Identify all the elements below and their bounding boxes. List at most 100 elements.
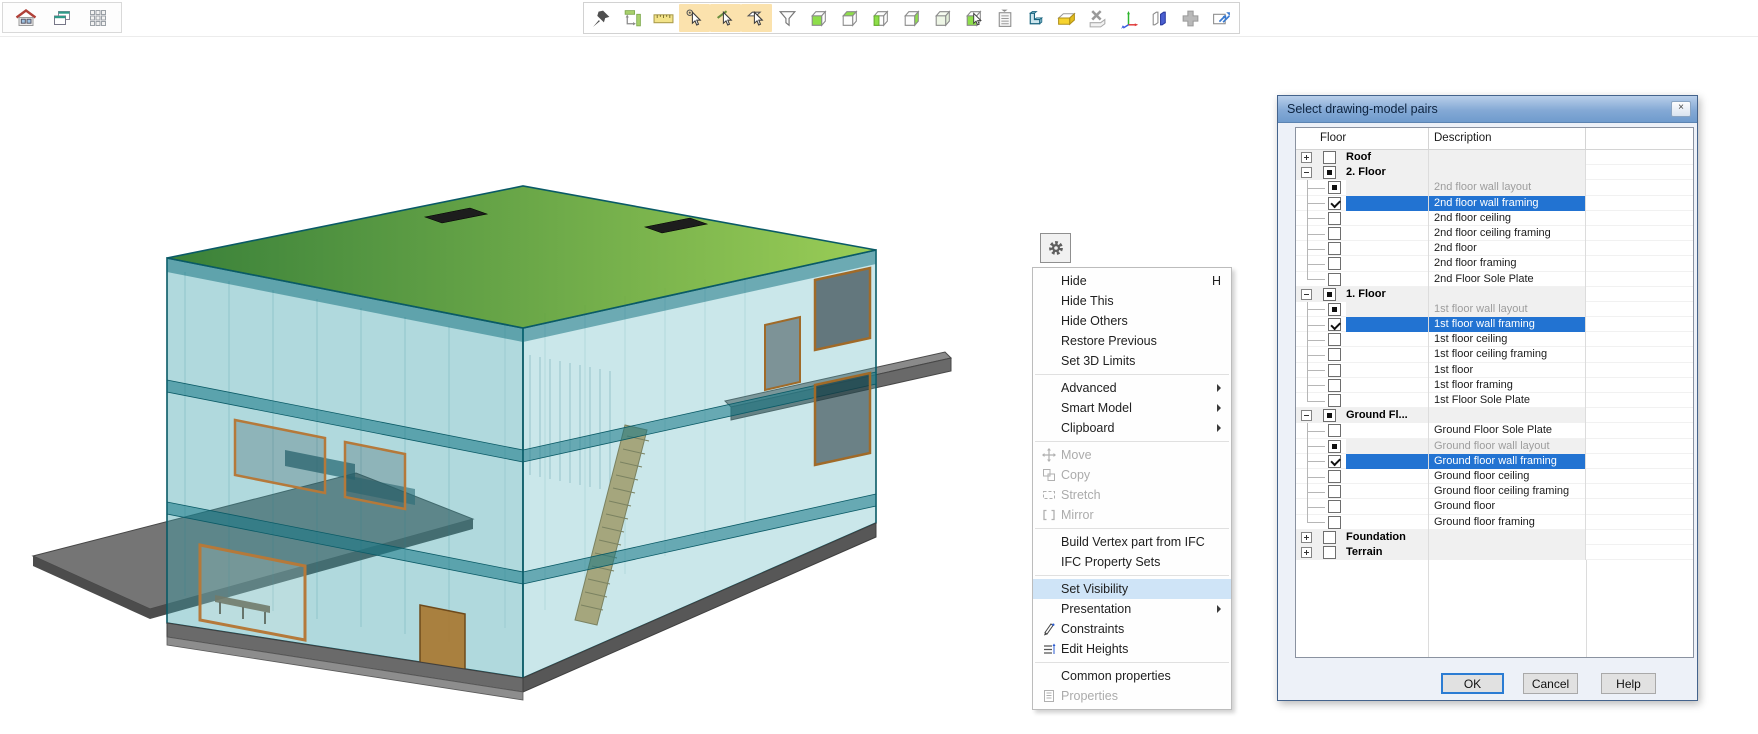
collapse-button[interactable]	[1301, 167, 1312, 178]
row-checkbox-unchecked[interactable]	[1328, 485, 1341, 498]
row-checkbox-partial[interactable]	[1323, 288, 1336, 301]
part-list-button[interactable]	[989, 4, 1020, 32]
tree-row-ground-floor-ceiling-framing[interactable]: Ground floor ceiling framing	[1296, 484, 1693, 499]
select-point-button[interactable]	[679, 4, 710, 32]
ok-button[interactable]: OK	[1441, 673, 1504, 694]
tree-row-ground-floor-wall-layout[interactable]: Ground floor wall layout	[1296, 439, 1693, 454]
tree-row-ground-floor[interactable]: Ground floor	[1296, 499, 1693, 514]
row-checkbox-unchecked[interactable]	[1328, 394, 1341, 407]
tree-row-terrain[interactable]: Terrain	[1296, 545, 1693, 560]
add-button[interactable]	[1175, 4, 1206, 32]
dimension-button[interactable]	[617, 4, 648, 32]
row-checkbox-unchecked[interactable]	[1328, 379, 1341, 392]
ifc-property-sets-menu-item[interactable]: IFC Property Sets	[1033, 552, 1231, 572]
ruler-button[interactable]	[648, 4, 679, 32]
row-checkbox-unchecked[interactable]	[1323, 531, 1336, 544]
constraints-menu-item[interactable]: Constraints	[1033, 619, 1231, 639]
cube-solid-button[interactable]	[927, 4, 958, 32]
clipboard-menu-item[interactable]: Clipboard	[1033, 418, 1231, 438]
tree-row-ground-floor-sole-plate[interactable]: Ground Floor Sole Plate	[1296, 423, 1693, 438]
select-edge-button[interactable]	[710, 4, 741, 32]
filter-button[interactable]	[772, 4, 803, 32]
build-vertex-part-from-ifc-menu-item[interactable]: Build Vertex part from IFC	[1033, 532, 1231, 552]
tree-row-2nd-floor[interactable]: 2nd floor	[1296, 241, 1693, 256]
pin-button[interactable]	[586, 4, 617, 32]
row-checkbox-unchecked[interactable]	[1328, 212, 1341, 225]
row-checkbox-unchecked[interactable]	[1323, 546, 1336, 559]
row-checkbox-partial[interactable]	[1323, 166, 1336, 179]
tree-row-roof[interactable]: Roof	[1296, 150, 1693, 165]
close-button[interactable]: ×	[1671, 101, 1691, 117]
tree-row-1st-floor-framing[interactable]: 1st floor framing	[1296, 378, 1693, 393]
tree-row-2nd-floor-ceiling-framing[interactable]: 2nd floor ceiling framing	[1296, 226, 1693, 241]
model-3d-viewport[interactable]	[25, 175, 965, 705]
steel-part-button[interactable]	[1020, 4, 1051, 32]
material-bin-button[interactable]	[1051, 4, 1082, 32]
row-checkbox-unchecked[interactable]	[1328, 348, 1341, 361]
row-checkbox-unchecked[interactable]	[1328, 273, 1341, 286]
tree-row-2nd-floor-wall-layout[interactable]: 2nd floor wall layout	[1296, 180, 1693, 195]
restore-previous-menu-item[interactable]: Restore Previous	[1033, 331, 1231, 351]
row-checkbox-unchecked[interactable]	[1323, 151, 1336, 164]
tree-row-1st-floor-ceiling[interactable]: 1st floor ceiling	[1296, 332, 1693, 347]
cube-top-button[interactable]	[834, 4, 865, 32]
cube-front-button[interactable]	[803, 4, 834, 32]
tree-row-1st-floor-wall-layout[interactable]: 1st floor wall layout	[1296, 302, 1693, 317]
set-3d-limits-menu-item[interactable]: Set 3D Limits	[1033, 351, 1231, 371]
tree-row-1st-floor-wall-framing[interactable]: 1st floor wall framing	[1296, 317, 1693, 332]
tree-row-2nd-floor-sole-plate[interactable]: 2nd Floor Sole Plate	[1296, 272, 1693, 287]
tree-row-ground-floor-wall-framing[interactable]: Ground floor wall framing	[1296, 454, 1693, 469]
row-checkbox-unchecked[interactable]	[1328, 242, 1341, 255]
row-checkbox-unchecked[interactable]	[1328, 500, 1341, 513]
expand-button[interactable]	[1301, 547, 1312, 558]
edit-heights-menu-item[interactable]: Edit Heights	[1033, 639, 1231, 659]
tree-row-ground-fl[interactable]: Ground Fl...	[1296, 408, 1693, 423]
cube-pick-button[interactable]	[958, 4, 989, 32]
tree-row-1-floor[interactable]: 1. Floor	[1296, 287, 1693, 302]
common-properties-menu-item[interactable]: Common properties	[1033, 666, 1231, 686]
hide-this-menu-item[interactable]: Hide This	[1033, 291, 1231, 311]
expand-button[interactable]	[1301, 152, 1312, 163]
tree-row-2-floor[interactable]: 2. Floor	[1296, 165, 1693, 180]
row-checkbox-partial[interactable]	[1323, 409, 1336, 422]
row-checkbox-unchecked[interactable]	[1328, 424, 1341, 437]
hide-others-menu-item[interactable]: Hide Others	[1033, 311, 1231, 331]
tree-row-ground-floor-framing[interactable]: Ground floor framing	[1296, 515, 1693, 530]
cancel-button[interactable]: Cancel	[1523, 673, 1578, 694]
tree-row-1st-floor-ceiling-framing[interactable]: 1st floor ceiling framing	[1296, 347, 1693, 362]
export-button[interactable]	[1206, 4, 1237, 32]
tree-row-2nd-floor-wall-framing[interactable]: 2nd floor wall framing	[1296, 196, 1693, 211]
tree-row-ground-floor-ceiling[interactable]: Ground floor ceiling	[1296, 469, 1693, 484]
row-checkbox-unchecked[interactable]	[1328, 333, 1341, 346]
row-checkbox-unchecked[interactable]	[1328, 257, 1341, 270]
row-checkbox-checked[interactable]	[1328, 318, 1341, 331]
tree-row-2nd-floor-ceiling[interactable]: 2nd floor ceiling	[1296, 211, 1693, 226]
tree-row-foundation[interactable]: Foundation	[1296, 530, 1693, 545]
row-checkbox-unchecked[interactable]	[1328, 470, 1341, 483]
tree-row-1st-floor[interactable]: 1st floor	[1296, 363, 1693, 378]
row-checkbox-unchecked[interactable]	[1328, 516, 1341, 529]
row-checkbox-checked[interactable]	[1328, 197, 1341, 210]
row-checkbox-checked[interactable]	[1328, 455, 1341, 468]
cube-right-button[interactable]	[896, 4, 927, 32]
collapse-button[interactable]	[1301, 410, 1312, 421]
expand-button[interactable]	[1301, 532, 1312, 543]
help-button[interactable]: Help	[1601, 673, 1656, 694]
tree-row-1st-floor-sole-plate[interactable]: 1st Floor Sole Plate	[1296, 393, 1693, 408]
set-visibility-menu-item[interactable]: Set Visibility	[1033, 579, 1231, 599]
delete-part-button[interactable]	[1082, 4, 1113, 32]
select-face-button[interactable]	[741, 4, 772, 32]
tree-row-2nd-floor-framing[interactable]: 2nd floor framing	[1296, 256, 1693, 271]
hide-menu-item[interactable]: HideH	[1033, 271, 1231, 291]
cube-left-button[interactable]	[865, 4, 896, 32]
panel-pair-button[interactable]	[1144, 4, 1175, 32]
row-checkbox-partial[interactable]	[1328, 181, 1341, 194]
collapse-button[interactable]	[1301, 289, 1312, 300]
presentation-menu-item[interactable]: Presentation	[1033, 599, 1231, 619]
home-button[interactable]	[13, 5, 39, 31]
window-grid-button[interactable]	[85, 5, 111, 31]
row-checkbox-unchecked[interactable]	[1328, 364, 1341, 377]
row-checkbox-unchecked[interactable]	[1328, 227, 1341, 240]
row-checkbox-partial[interactable]	[1328, 303, 1341, 316]
context-options-button[interactable]	[1040, 233, 1071, 263]
